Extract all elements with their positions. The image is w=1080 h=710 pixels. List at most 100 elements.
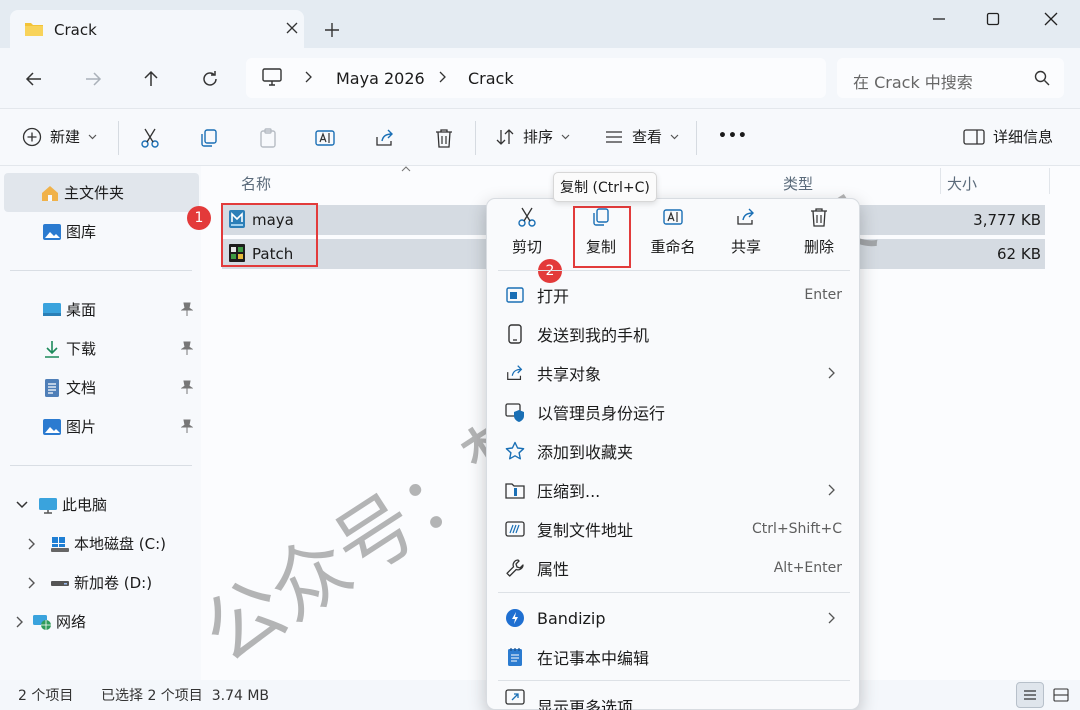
menu-cut-button[interactable]: 剪切	[494, 206, 560, 266]
tiles-view-button[interactable]	[1047, 682, 1075, 708]
up-arrow-icon[interactable]	[138, 66, 164, 92]
cut-icon[interactable]	[139, 127, 161, 149]
share-icon	[507, 365, 523, 380]
tab-title: Crack	[54, 21, 97, 39]
pin-icon	[181, 419, 193, 433]
sidebar-item-home[interactable]: 主文件夹	[4, 173, 199, 212]
menu-share-button[interactable]: 共享	[713, 206, 779, 266]
copy-path-icon	[505, 521, 525, 537]
maximize-button[interactable]	[978, 8, 1008, 30]
new-tab-button[interactable]	[322, 20, 342, 40]
paste-icon[interactable]	[257, 127, 279, 149]
menu-item-run-as-admin[interactable]: 以管理员身份运行	[498, 394, 850, 430]
search-icon[interactable]	[1034, 70, 1050, 86]
menu-divider	[498, 592, 850, 593]
menu-item-label: 发送到我的手机	[537, 326, 650, 345]
menu-item-label: 属性	[537, 560, 570, 579]
view-button[interactable]: 查看	[604, 126, 679, 147]
close-button[interactable]	[1036, 8, 1066, 30]
menu-delete-button[interactable]: 删除	[786, 206, 852, 266]
pin-icon	[181, 380, 193, 394]
highlight-box-files	[221, 203, 318, 267]
menu-item-properties[interactable]: 属性 Alt+Enter	[498, 550, 850, 586]
menu-item-share-with[interactable]: 共享对象	[498, 355, 850, 391]
chevron-right-icon	[828, 484, 835, 496]
share-icon[interactable]	[374, 127, 396, 149]
column-divider[interactable]	[1049, 168, 1050, 194]
menu-item-compress[interactable]: 压缩到...	[498, 472, 850, 508]
toolbar-divider	[696, 121, 697, 155]
sidebar-divider	[10, 270, 192, 271]
sidebar-item-label: 新加卷 (D:)	[74, 574, 153, 592]
sort-label: 排序	[523, 128, 554, 146]
view-lines-icon	[606, 130, 622, 143]
sidebar-item-documents[interactable]: 文档	[0, 368, 201, 407]
address-bar[interactable]	[246, 58, 826, 98]
sidebar-item-label: 文档	[66, 379, 97, 397]
menu-delete-label: 删除	[803, 238, 834, 256]
sidebar-item-pictures[interactable]: 图片	[0, 407, 201, 446]
chevron-down-icon	[561, 134, 570, 139]
sidebar-item-drive-d[interactable]: 新加卷 (D:)	[0, 563, 201, 602]
forward-arrow-icon[interactable]	[80, 66, 106, 92]
new-button[interactable]: 新建	[22, 126, 97, 147]
sidebar-item-downloads[interactable]: 下载	[0, 329, 201, 368]
folder-icon	[24, 21, 44, 37]
search-input[interactable]: 在 Crack 中搜索	[853, 69, 973, 93]
menu-item-label: Bandizip	[537, 608, 606, 628]
chevron-right-icon	[16, 616, 23, 627]
menu-rename-button[interactable]: 重命名	[640, 206, 706, 266]
details-view-button[interactable]	[1016, 682, 1044, 708]
copy-icon[interactable]	[198, 127, 220, 149]
pin-icon	[181, 341, 193, 355]
sidebar-item-label: 图库	[66, 223, 97, 241]
menu-item-copy-path[interactable]: 复制文件地址 Ctrl+Shift+C	[498, 511, 850, 547]
sidebar-item-gallery[interactable]: 图库	[0, 212, 201, 251]
new-label: 新建	[50, 128, 81, 146]
menu-item-show-more-options[interactable]: 显示更多选项	[498, 686, 850, 710]
chevron-down-icon	[670, 134, 679, 139]
menu-item-open[interactable]: 打开 Enter	[498, 277, 850, 313]
drive-icon	[51, 580, 69, 586]
more-options-button[interactable]: •••	[718, 128, 748, 144]
details-pane-button[interactable]: 详细信息	[963, 126, 1053, 147]
toolbar-divider	[475, 121, 476, 155]
rename-icon[interactable]	[314, 127, 336, 149]
back-arrow-icon[interactable]	[21, 66, 47, 92]
sidebar-item-label: 此电脑	[62, 496, 108, 514]
breadcrumb-item-maya-2026[interactable]: Maya 2026	[336, 69, 425, 88]
sidebar-item-network[interactable]: 网络	[0, 602, 201, 641]
menu-item-add-favorites[interactable]: 添加到收藏夹	[498, 433, 850, 469]
pictures-icon	[43, 418, 61, 435]
column-header-size[interactable]: 大小	[947, 173, 977, 194]
menu-item-edit-in-notepad[interactable]: 在记事本中编辑	[498, 639, 850, 675]
document-icon	[45, 378, 59, 397]
breadcrumb-chevron-icon	[438, 71, 448, 83]
toolbar-divider	[118, 121, 119, 155]
tab-close-icon[interactable]	[286, 22, 298, 34]
view-label: 查看	[632, 128, 663, 146]
chevron-down-icon	[88, 134, 97, 139]
sort-button[interactable]: 排序	[495, 126, 570, 147]
column-header-name[interactable]: 名称	[241, 173, 271, 194]
chevron-down-icon	[16, 500, 28, 508]
column-divider[interactable]	[940, 168, 941, 194]
item-count: 2 个项目	[18, 688, 74, 704]
details-pane-icon	[963, 128, 985, 145]
computer-icon	[262, 68, 282, 86]
star-icon	[505, 441, 525, 460]
minimize-button[interactable]	[924, 8, 954, 30]
menu-item-label: 复制文件地址	[537, 521, 634, 540]
refresh-icon[interactable]	[197, 66, 223, 92]
menu-item-bandizip[interactable]: Bandizip	[498, 600, 850, 636]
menu-item-label: 显示更多选项	[537, 698, 634, 710]
delete-icon	[811, 208, 827, 227]
sidebar-item-this-pc[interactable]: 此电脑	[0, 485, 201, 524]
menu-item-label: 共享对象	[537, 365, 602, 384]
breadcrumb-item-crack[interactable]: Crack	[468, 69, 514, 88]
delete-icon[interactable]	[433, 127, 455, 149]
copy-tooltip: 复制 (Ctrl+C)	[553, 172, 657, 202]
sidebar-item-drive-c[interactable]: 本地磁盘 (C:)	[0, 524, 201, 563]
sidebar-item-desktop[interactable]: 桌面	[0, 290, 201, 329]
menu-item-send-to-phone[interactable]: 发送到我的手机	[498, 316, 850, 352]
